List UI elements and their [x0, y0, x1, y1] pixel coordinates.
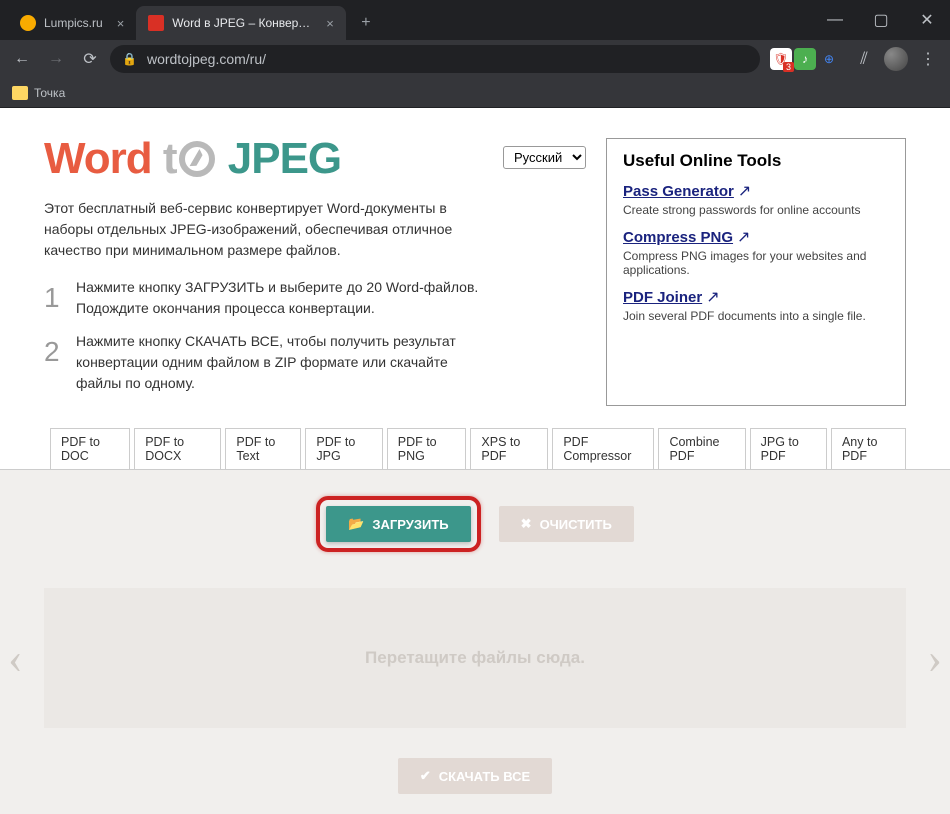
- window-controls: — ▢ ✕: [812, 0, 950, 40]
- converter-tab[interactable]: PDF to Text: [225, 428, 301, 469]
- clear-button[interactable]: ✖ ОЧИСТИТЬ: [499, 506, 634, 542]
- url-bar[interactable]: 🔒 wordtojpeg.com/ru/: [110, 45, 760, 73]
- close-icon[interactable]: ×: [117, 16, 125, 31]
- chevron-left-icon[interactable]: ‹: [8, 633, 23, 684]
- converter-tab[interactable]: PDF to PNG: [387, 428, 467, 469]
- arrow-icon: ↗: [738, 183, 751, 200]
- sidebar-tools: Useful Online Tools Pass Generator↗ Crea…: [606, 138, 906, 406]
- lock-icon: 🔒: [122, 52, 137, 66]
- bookmark-label: Точка: [34, 86, 65, 100]
- converter-tab[interactable]: PDF to DOCX: [134, 428, 221, 469]
- converter-tab[interactable]: PDF to DOC: [50, 428, 130, 469]
- browser-toolbar: ← → ⟳ 🔒 wordtojpeg.com/ru/ 3🛡 ♪ ⊕ ⫽ ⋮: [0, 40, 950, 78]
- logo-part-jpeg: JPEG: [228, 134, 341, 183]
- arrow-icon: ↗: [706, 289, 719, 306]
- converter-tab[interactable]: PDF to JPG: [305, 428, 382, 469]
- upload-button[interactable]: 📂 ЗАГРУЗИТЬ: [326, 506, 470, 542]
- favicon: [20, 15, 36, 31]
- reload-button[interactable]: ⟳: [76, 45, 104, 73]
- dropzone-hint: Перетащите файлы сюда.: [365, 648, 585, 668]
- step-text: Нажмите кнопку ЗАГРУЗИТЬ и выберите до 2…: [76, 277, 483, 319]
- extension-icon[interactable]: ⊕: [818, 48, 840, 70]
- favicon: [148, 15, 164, 31]
- converter-tab[interactable]: XPS to PDF: [470, 428, 548, 469]
- steps-list: 1 Нажмите кнопку ЗАГРУЗИТЬ и выберите до…: [44, 277, 483, 394]
- folder-open-icon: 📂: [348, 516, 364, 532]
- chevron-right-icon[interactable]: ›: [927, 633, 942, 684]
- upload-label: ЗАГРУЗИТЬ: [372, 517, 448, 532]
- sidebar-link: PDF Joiner↗ Join several PDF documents i…: [623, 287, 889, 323]
- tab-title: Lumpics.ru: [44, 16, 103, 30]
- converter-tab[interactable]: PDF Compressor: [552, 428, 654, 469]
- logo-part-word: Word: [44, 134, 152, 183]
- sidebar-title: Useful Online Tools: [623, 151, 889, 171]
- upload-highlight: 📂 ЗАГРУЗИТЬ: [316, 496, 480, 552]
- tab-title: Word в JPEG – Конвертировать: [172, 16, 312, 30]
- close-icon[interactable]: ×: [326, 16, 334, 31]
- sidebar-link-title[interactable]: PDF Joiner: [623, 289, 702, 306]
- check-icon: ✔: [420, 768, 431, 784]
- drop-area: 📂 ЗАГРУЗИТЬ ✖ ОЧИСТИТЬ ‹ Перетащите файл…: [0, 469, 950, 814]
- browser-tab-active[interactable]: Word в JPEG – Конвертировать ×: [136, 6, 346, 40]
- button-row: 📂 ЗАГРУЗИТЬ ✖ ОЧИСТИТЬ: [0, 496, 950, 552]
- profile-avatar[interactable]: [884, 47, 908, 71]
- converter-tab[interactable]: JPG to PDF: [750, 428, 827, 469]
- close-icon: ✖: [521, 516, 532, 532]
- step-item: 1 Нажмите кнопку ЗАГРУЗИТЬ и выберите до…: [44, 277, 483, 319]
- close-window-button[interactable]: ✕: [904, 0, 950, 40]
- folder-icon: [12, 86, 28, 100]
- converter-tab[interactable]: Any to PDF: [831, 428, 906, 469]
- dropzone[interactable]: ‹ Перетащите файлы сюда. ›: [44, 588, 906, 728]
- sidebar-link-desc: Create strong passwords for online accou…: [623, 203, 889, 217]
- maximize-button[interactable]: ▢: [858, 0, 904, 40]
- language-select[interactable]: Русский: [503, 146, 586, 169]
- sidebar-link-desc: Compress PNG images for your websites an…: [623, 249, 889, 277]
- converter-tab[interactable]: Combine PDF: [658, 428, 745, 469]
- intro-text: Этот бесплатный веб-сервис конвертирует …: [44, 198, 483, 261]
- extension-icon[interactable]: 3🛡: [770, 48, 792, 70]
- forward-button[interactable]: →: [42, 45, 70, 73]
- converter-tabs: PDF to DOC PDF to DOCX PDF to Text PDF t…: [44, 428, 906, 469]
- step-number: 1: [44, 277, 64, 319]
- page-content: Word t JPEG Этот бесплатный веб-сервис к…: [0, 108, 950, 814]
- step-number: 2: [44, 331, 64, 394]
- browser-titlebar: Lumpics.ru × Word в JPEG – Конвертироват…: [0, 0, 950, 40]
- sidebar-link-desc: Join several PDF documents into a single…: [623, 309, 889, 323]
- download-row: ✔ СКАЧАТЬ ВСЕ: [0, 758, 950, 794]
- extension-icon[interactable]: ♪: [794, 48, 816, 70]
- clear-label: ОЧИСТИТЬ: [540, 517, 612, 532]
- new-tab-button[interactable]: +: [352, 9, 380, 37]
- bookmark-item[interactable]: Точка: [12, 86, 65, 100]
- site-logo: Word t JPEG: [44, 134, 483, 184]
- sidebar-link: Compress PNG↗ Compress PNG images for yo…: [623, 227, 889, 277]
- browser-tab-inactive[interactable]: Lumpics.ru ×: [8, 6, 136, 40]
- extensions: 3🛡 ♪ ⊕: [770, 48, 840, 70]
- reload-icon: [179, 141, 215, 177]
- download-label: СКАЧАТЬ ВСЕ: [439, 769, 530, 784]
- arrow-icon: ↗: [737, 229, 750, 246]
- download-all-button[interactable]: ✔ СКАЧАТЬ ВСЕ: [398, 758, 552, 794]
- sidebar-link-title[interactable]: Pass Generator: [623, 183, 734, 200]
- language-selector: Русский: [503, 146, 586, 406]
- sidebar-link: Pass Generator↗ Create strong passwords …: [623, 181, 889, 217]
- step-item: 2 Нажмите кнопку СКАЧАТЬ ВСЕ, чтобы полу…: [44, 331, 483, 394]
- reading-list-icon[interactable]: ⫽: [850, 45, 878, 73]
- logo-part-to: t: [163, 134, 177, 183]
- sidebar-link-title[interactable]: Compress PNG: [623, 229, 733, 246]
- bookmarks-bar: Точка: [0, 78, 950, 108]
- step-text: Нажмите кнопку СКАЧАТЬ ВСЕ, чтобы получи…: [76, 331, 483, 394]
- url-text: wordtojpeg.com/ru/: [147, 51, 266, 67]
- back-button[interactable]: ←: [8, 45, 36, 73]
- menu-button[interactable]: ⋮: [914, 45, 942, 73]
- minimize-button[interactable]: —: [812, 0, 858, 40]
